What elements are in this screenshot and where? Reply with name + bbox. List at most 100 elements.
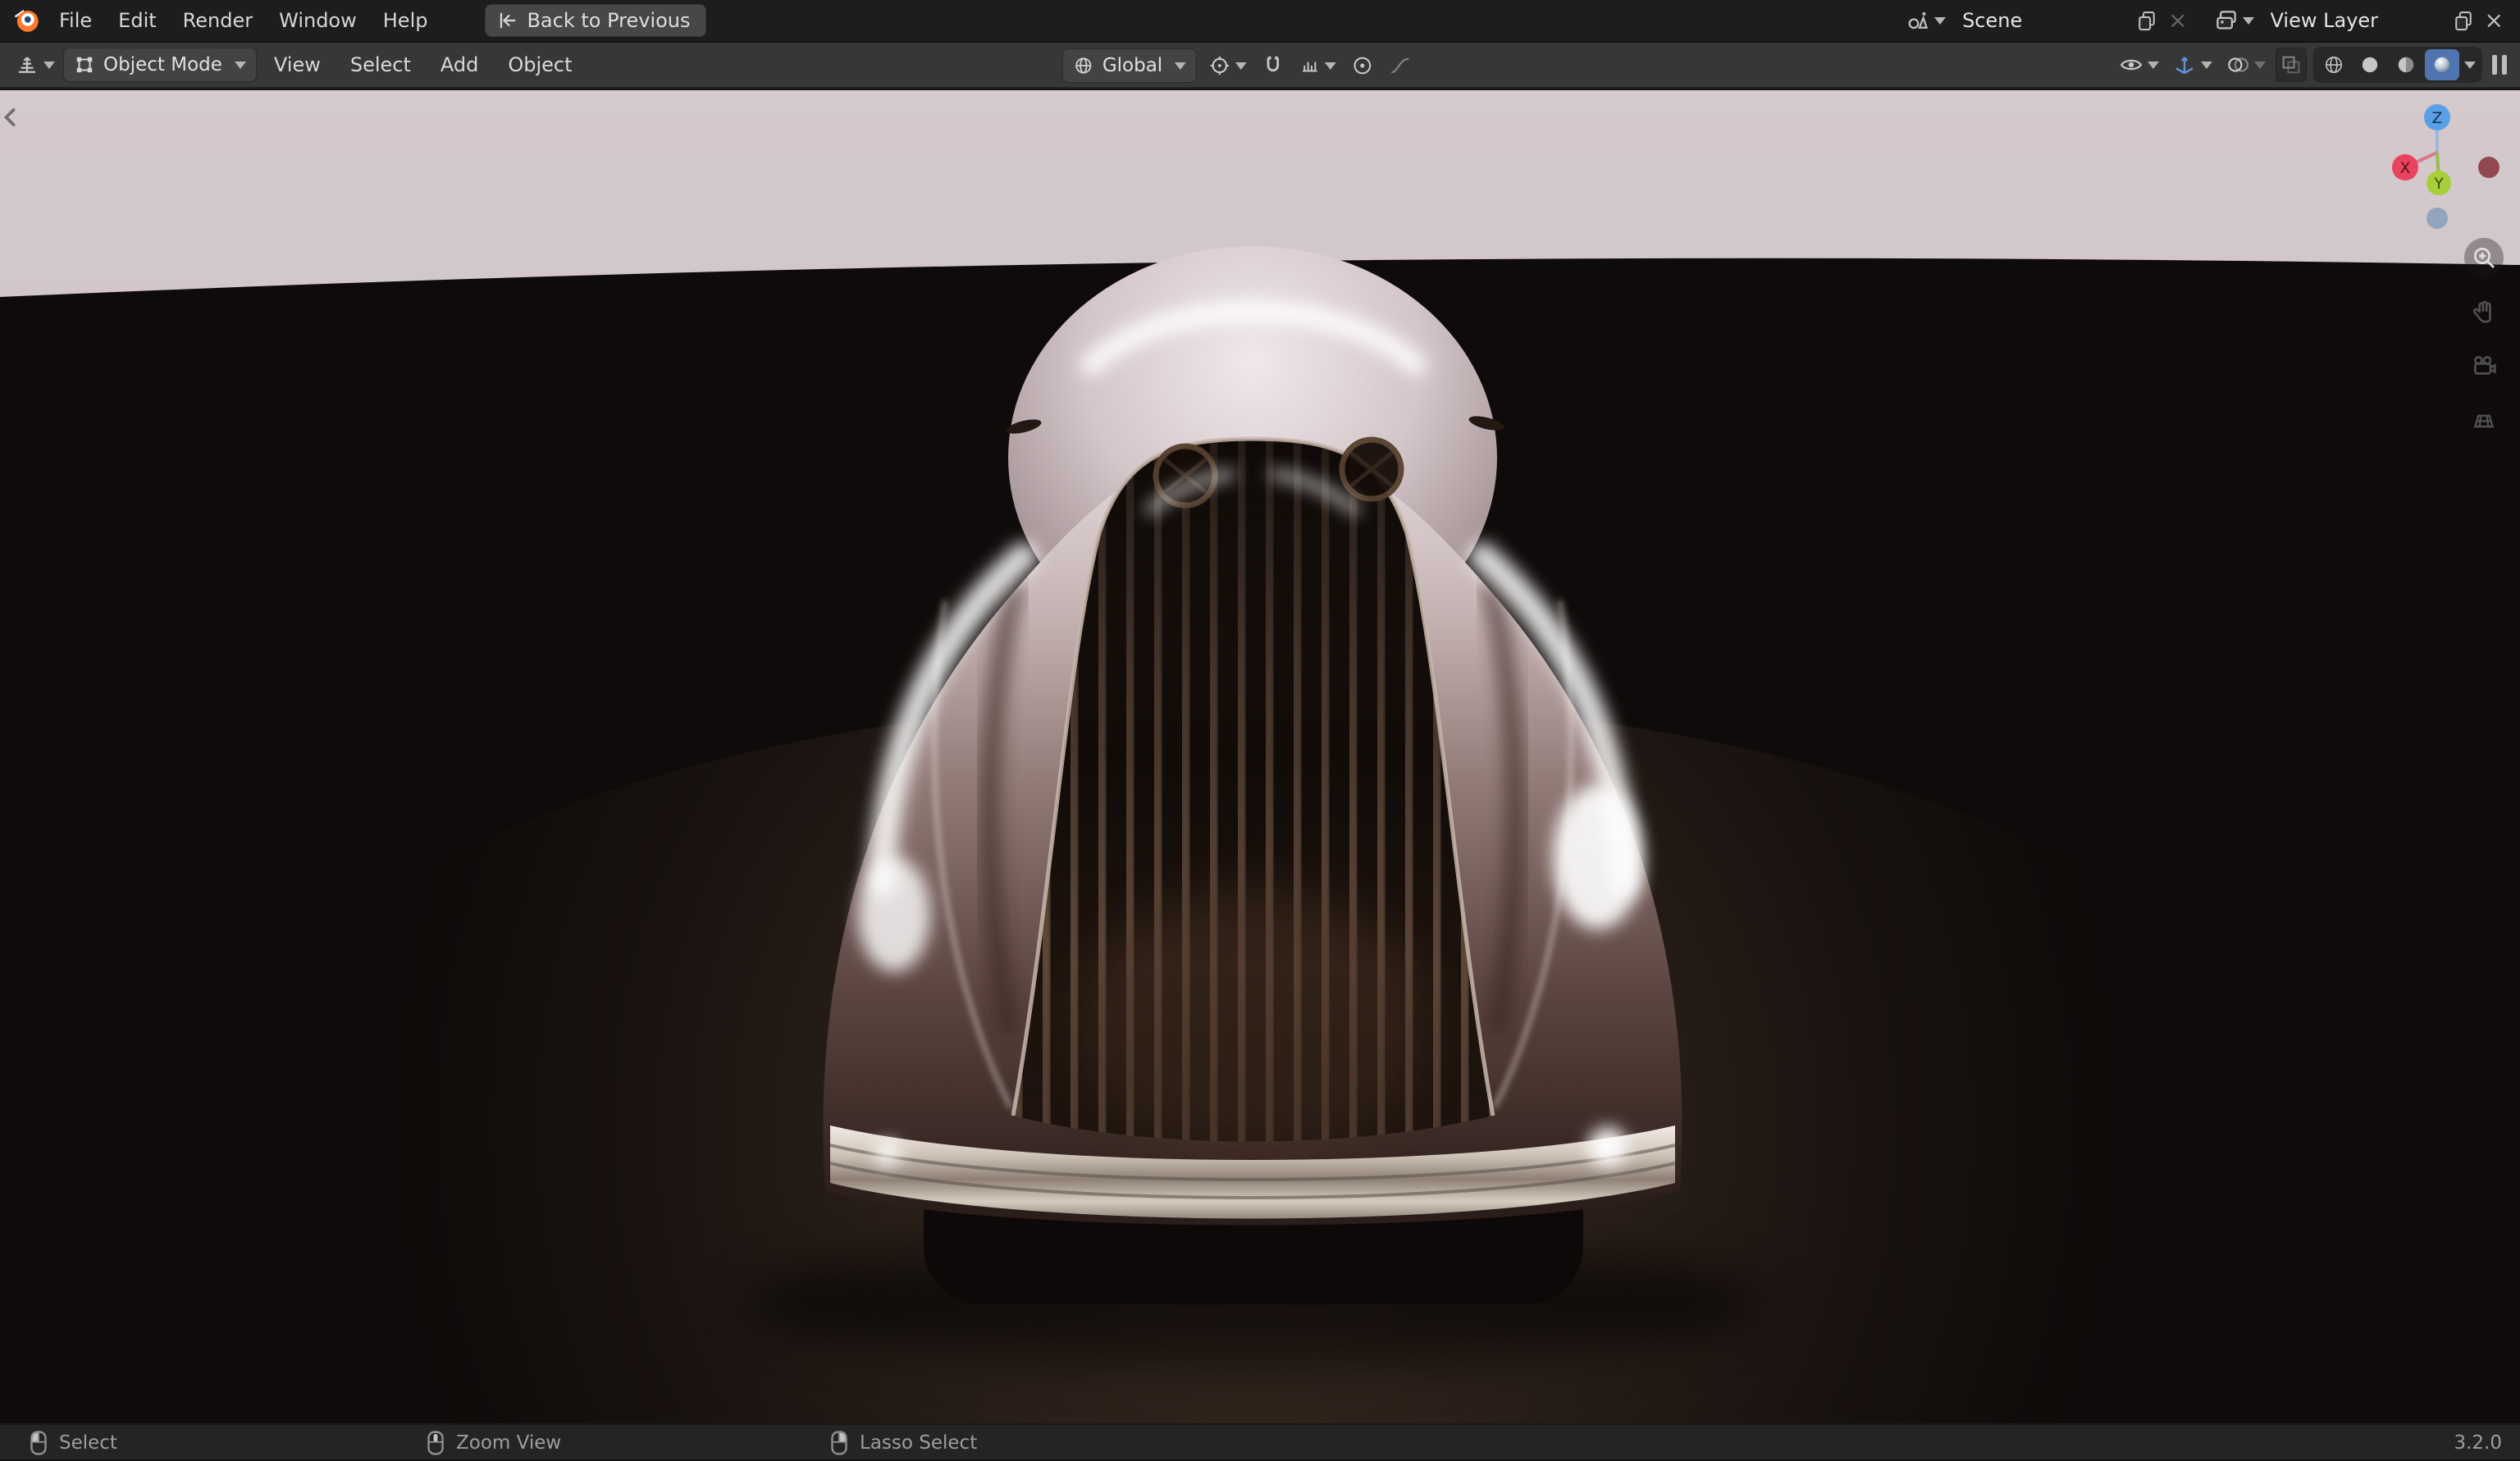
- rendered-shading-icon: [2431, 54, 2453, 75]
- header-overflow-icon[interactable]: [2489, 55, 2510, 75]
- menu-window-label: Window: [279, 9, 357, 32]
- proportional-falloff-selector[interactable]: [1386, 48, 1415, 83]
- editor-type-selector[interactable]: [11, 48, 58, 82]
- navigation-axis-gizmo[interactable]: Z X Y: [2367, 83, 2507, 239]
- axis-z-ball[interactable]: Z: [2424, 104, 2450, 130]
- menu-view-label: View: [274, 53, 321, 76]
- chevron-down-icon: [2148, 62, 2159, 69]
- unlink-scene-icon[interactable]: ×: [2163, 9, 2192, 32]
- scene-icon: [1906, 8, 1930, 33]
- chevron-down-icon: [1235, 62, 1247, 70]
- pivot-point-icon: [1208, 54, 1231, 77]
- proportional-editing-icon: [1351, 54, 1374, 77]
- camera-view-icon[interactable]: [2464, 346, 2504, 386]
- back-arrow-icon: [495, 9, 518, 32]
- object-visibility-selector[interactable]: [2116, 48, 2162, 82]
- chevron-down-icon: [1325, 62, 1336, 70]
- menu-select-label: Select: [350, 53, 411, 76]
- solid-shading-icon: [2359, 54, 2381, 75]
- toolbar-toggle-icon[interactable]: [2, 107, 20, 131]
- falloff-curve-icon: [1389, 54, 1412, 77]
- menu-object[interactable]: Object: [495, 53, 584, 76]
- transform-orientation-selector[interactable]: Global: [1062, 48, 1197, 83]
- snap-increment-icon: [1299, 55, 1321, 76]
- axis-x-label: X: [2399, 159, 2410, 177]
- chevron-down-icon: [2201, 62, 2212, 69]
- new-view-layer-icon[interactable]: [2452, 9, 2475, 32]
- blender-logo-icon[interactable]: [11, 6, 41, 35]
- shading-mode-group: [2313, 47, 2482, 83]
- blender-version: 3.2.0: [2454, 1425, 2502, 1461]
- chevron-down-icon: [2464, 62, 2476, 69]
- menu-file-label: File: [59, 9, 92, 32]
- shading-material-button[interactable]: [2389, 49, 2423, 80]
- menu-file[interactable]: File: [46, 0, 105, 41]
- topbar: File Edit Render Window Help Back to Pre…: [0, 0, 2520, 43]
- editor-type-icon: [15, 53, 39, 77]
- view-layer-name-field[interactable]: View Layer: [2262, 9, 2447, 32]
- view-layer-icon: [2214, 8, 2239, 33]
- menu-help-label: Help: [383, 9, 428, 32]
- shading-rendered-button[interactable]: [2425, 49, 2459, 80]
- chevron-down-icon: [235, 62, 246, 69]
- global-orientation-icon: [1073, 55, 1094, 76]
- object-mode-icon: [74, 54, 95, 75]
- xray-toggle[interactable]: [2276, 48, 2307, 82]
- back-to-previous-label: Back to Previous: [527, 9, 690, 32]
- viewport-3d[interactable]: [0, 90, 2520, 1423]
- show-overlays-toggle[interactable]: [2222, 48, 2269, 82]
- menu-view[interactable]: View: [262, 53, 333, 76]
- pivot-point-selector[interactable]: [1205, 48, 1250, 83]
- mode-selector-label: Object Mode: [103, 54, 222, 75]
- back-to-previous-button[interactable]: Back to Previous: [485, 4, 705, 37]
- chevron-down-icon: [2243, 17, 2254, 25]
- menu-add-label: Add: [441, 53, 478, 76]
- proportional-editing-toggle[interactable]: [1348, 48, 1377, 83]
- axis-z-negative-ball[interactable]: [2426, 208, 2448, 229]
- menu-object-label: Object: [508, 53, 572, 76]
- snap-toggle[interactable]: [1258, 48, 1288, 83]
- mouse-right-icon: [829, 1429, 850, 1457]
- viewport-header: Object Mode View Select Add Object Globa…: [0, 43, 2520, 89]
- menu-edit[interactable]: Edit: [105, 0, 169, 41]
- shading-wireframe-button[interactable]: [2317, 49, 2351, 80]
- scene-name-field[interactable]: Scene: [1954, 9, 2130, 32]
- visibility-eye-icon: [2119, 53, 2143, 77]
- axis-y-ball[interactable]: Y: [2426, 171, 2451, 195]
- transform-orientation-label: Global: [1102, 55, 1162, 76]
- new-scene-icon[interactable]: [2135, 9, 2158, 32]
- hint-lasso-select-label: Lasso Select: [860, 1432, 977, 1454]
- mode-selector[interactable]: Object Mode: [63, 48, 257, 82]
- chevron-down-icon: [43, 62, 55, 69]
- material-preview-shading-icon: [2395, 54, 2417, 75]
- status-bar: Select Zoom View Lasso Select 3.2.0: [0, 1423, 2520, 1459]
- pan-hand-icon[interactable]: [2464, 292, 2504, 331]
- menu-render[interactable]: Render: [170, 0, 266, 41]
- viewport-render[interactable]: [0, 90, 2520, 1423]
- menu-render-label: Render: [183, 9, 253, 32]
- menu-add[interactable]: Add: [428, 53, 491, 76]
- browse-scene-button[interactable]: [1902, 3, 1949, 38]
- mouse-left-icon: [28, 1429, 49, 1457]
- zoom-view-button[interactable]: [2464, 238, 2504, 277]
- keymap-hint-select: Select: [28, 1425, 117, 1461]
- keymap-hint-zoom-view: Zoom View: [425, 1425, 561, 1461]
- menu-help[interactable]: Help: [370, 0, 441, 41]
- version-label: 3.2.0: [2454, 1432, 2502, 1454]
- show-gizmo-toggle[interactable]: [2169, 48, 2216, 82]
- axis-z-label: Z: [2431, 109, 2442, 127]
- shading-solid-button[interactable]: [2353, 49, 2387, 80]
- menu-select[interactable]: Select: [338, 53, 423, 76]
- viewport-side-tools: [2463, 238, 2505, 440]
- hint-zoom-view-label: Zoom View: [456, 1432, 561, 1454]
- menu-edit-label: Edit: [118, 9, 156, 32]
- snap-target-selector[interactable]: [1296, 48, 1340, 83]
- chevron-down-icon: [1934, 17, 1946, 25]
- axis-x-ball[interactable]: X: [2392, 154, 2418, 180]
- axis-x-negative-ball[interactable]: [2478, 157, 2499, 178]
- mouse-middle-icon: [425, 1429, 446, 1457]
- remove-view-layer-icon[interactable]: ×: [2480, 9, 2509, 32]
- browse-view-layer-button[interactable]: [2211, 3, 2258, 38]
- toggle-perspective-icon[interactable]: [2464, 400, 2504, 440]
- menu-window[interactable]: Window: [266, 0, 370, 41]
